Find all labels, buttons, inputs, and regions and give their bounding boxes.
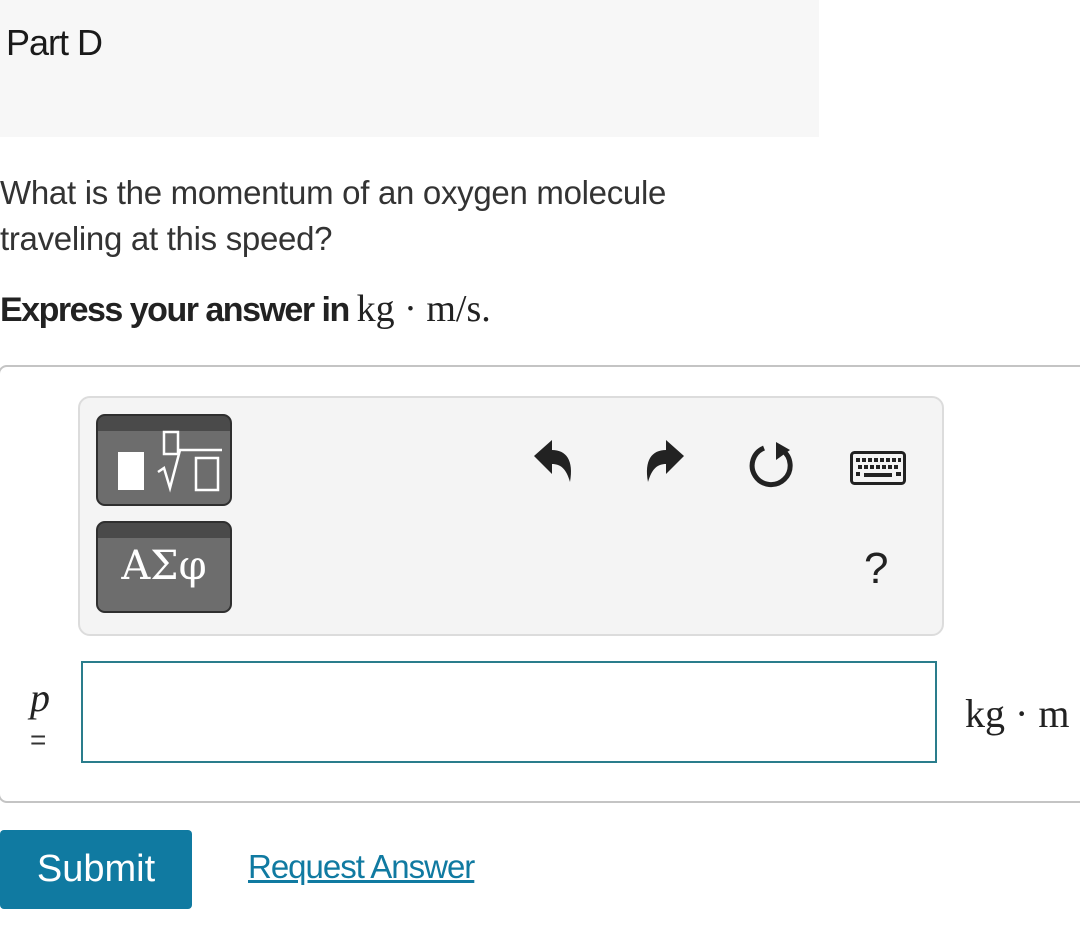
question-text: What is the momentum of an oxygen molecu… <box>0 174 667 257</box>
part-header: Part D <box>0 0 819 137</box>
undo-icon[interactable] <box>532 438 576 486</box>
answer-input[interactable] <box>81 661 937 763</box>
templates-button[interactable] <box>96 414 232 506</box>
answer-units: kg · m <box>965 691 1070 736</box>
keyboard-icon[interactable] <box>850 451 906 485</box>
redo-icon[interactable] <box>642 438 686 486</box>
greek-symbols-label: ΑΣφ <box>121 543 207 589</box>
greek-symbols-button[interactable]: ΑΣφ <box>96 521 232 613</box>
answer-instruction: Express your answer in kg · m/s. <box>0 287 491 331</box>
instruction-units: kg · m/s. <box>356 288 491 330</box>
help-button[interactable]: ? <box>864 544 888 594</box>
part-title: Part D <box>6 22 103 63</box>
fraction-sqrt-template-icon <box>118 430 222 493</box>
instruction-prefix: Express your answer in <box>0 291 357 329</box>
submit-button[interactable]: Submit <box>0 830 192 909</box>
answer-equals: = <box>30 724 47 755</box>
request-answer-link[interactable]: Request Answer <box>248 848 475 886</box>
answer-variable: p <box>30 675 50 720</box>
reset-icon[interactable] <box>746 440 796 490</box>
